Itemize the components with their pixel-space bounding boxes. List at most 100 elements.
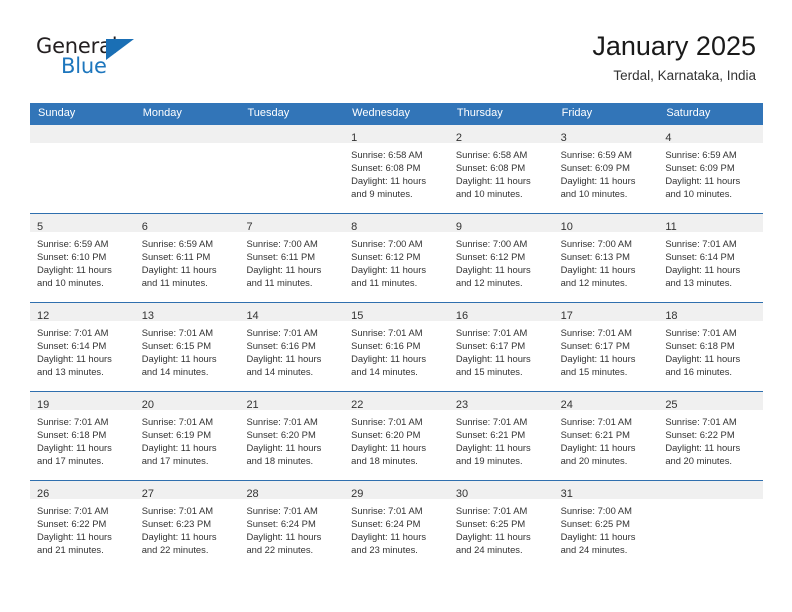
day-detail-line: Sunset: 6:18 PM bbox=[665, 340, 735, 352]
calendar-day-cell[interactable]: 21 Sunrise: 7:01 AM Sunset: 6:20 PM Dayligh… bbox=[239, 392, 345, 480]
page-header: General Blue January 2025 Terdal, Karnat… bbox=[0, 0, 792, 103]
day-number: 8 bbox=[351, 221, 358, 233]
calendar-day-cell[interactable]: 5 Sunrise: 6:59 AM Sunset: 6:10 PM Daylight… bbox=[30, 214, 135, 302]
calendar-day-cell[interactable]: 7 Sunrise: 7:00 AM Sunset: 6:11 PM Daylight… bbox=[239, 214, 345, 302]
day-detail-line: Daylight: 11 hours bbox=[665, 353, 741, 365]
day-detail-line: Sunset: 6:18 PM bbox=[37, 429, 107, 441]
day-details: Sunrise: 7:01 AM Sunset: 6:24 PM Daylight:… bbox=[344, 499, 449, 556]
page-subtitle: Terdal, Karnataka, India bbox=[613, 67, 756, 83]
day-detail-line: Sunrise: 7:01 AM bbox=[246, 416, 318, 427]
day-detail-line: and 24 minutes. bbox=[455, 544, 523, 556]
calendar-day-cell[interactable]: 15 Sunrise: 7:01 AM Sunset: 6:16 PM Dayligh… bbox=[344, 303, 449, 391]
day-detail-line: Sunrise: 7:00 AM bbox=[351, 238, 423, 249]
calendar-day-cell[interactable]: 4 Sunrise: 6:59 AM Sunset: 6:09 PM Daylight… bbox=[658, 125, 764, 213]
weekday-header-monday: Monday bbox=[142, 107, 182, 119]
general-blue-logo[interactable]: General Blue bbox=[36, 36, 166, 84]
day-number: 1 bbox=[351, 132, 358, 144]
calendar-day-cell[interactable]: 22 Sunrise: 7:01 AM Sunset: 6:20 PM Dayligh… bbox=[344, 392, 449, 480]
weekday-header-row: Sunday Monday Tuesday Wednesday Thursday Frid… bbox=[30, 103, 763, 125]
day-number-band: 19 bbox=[30, 392, 135, 411]
calendar-day-cell[interactable]: 16 Sunrise: 7:01 AM Sunset: 6:17 PM Dayligh… bbox=[448, 303, 554, 391]
calendar-day-cell[interactable]: 8 Sunrise: 7:00 AM Sunset: 6:12 PM Daylight… bbox=[344, 214, 449, 302]
day-number-band: 28 bbox=[239, 481, 345, 500]
calendar-day-cell[interactable]: 12 Sunrise: 7:01 AM Sunset: 6:14 PM Dayligh… bbox=[30, 303, 135, 391]
calendar-week-row: 26 Sunrise: 7:01 AM Sunset: 6:22 PM Dayligh… bbox=[30, 480, 764, 569]
day-number-band: 25 bbox=[658, 392, 764, 411]
day-detail-line: Daylight: 11 hours bbox=[665, 442, 741, 454]
day-detail-line: Sunrise: 7:01 AM bbox=[455, 416, 528, 427]
calendar-day-cell[interactable]: 30 Sunrise: 7:01 AM Sunset: 6:25 PM Dayligh… bbox=[448, 481, 554, 569]
day-number-band: 2 bbox=[448, 125, 554, 144]
day-detail-line: and 16 minutes. bbox=[665, 366, 733, 378]
calendar-day-cell[interactable]: 17 Sunrise: 7:01 AM Sunset: 6:17 PM Dayligh… bbox=[553, 303, 659, 391]
day-number: 26 bbox=[37, 488, 50, 500]
day-detail-line: and 12 minutes. bbox=[560, 277, 628, 289]
calendar-week-row: 12 Sunrise: 7:01 AM Sunset: 6:14 PM Dayligh… bbox=[30, 302, 764, 391]
calendar-day-cell[interactable]: 24 Sunrise: 7:01 AM Sunset: 6:21 PM Dayligh… bbox=[553, 392, 659, 480]
day-number: 20 bbox=[141, 399, 154, 411]
calendar-day-cell[interactable]: 14 Sunrise: 7:01 AM Sunset: 6:16 PM Dayligh… bbox=[239, 303, 345, 391]
day-detail-line: Sunrise: 6:59 AM bbox=[665, 149, 737, 160]
day-number: 28 bbox=[246, 488, 259, 500]
day-detail-line: Sunrise: 7:00 AM bbox=[455, 238, 528, 249]
day-detail-line: Daylight: 11 hours bbox=[665, 175, 741, 187]
calendar-day-cell[interactable]: 6 Sunrise: 6:59 AM Sunset: 6:11 PM Daylight… bbox=[134, 214, 240, 302]
day-detail-line: and 11 minutes. bbox=[351, 277, 418, 289]
day-number: 27 bbox=[141, 488, 154, 500]
calendar-day-cell[interactable]: 31 Sunrise: 7:00 AM Sunset: 6:25 PM Dayligh… bbox=[553, 481, 659, 569]
calendar-day-cell[interactable]: 11 Sunrise: 7:01 AM Sunset: 6:14 PM Dayligh… bbox=[658, 214, 764, 302]
weekday-header-sunday: Sunday bbox=[38, 107, 76, 119]
day-detail-line: Daylight: 11 hours bbox=[246, 442, 322, 454]
day-number: 19 bbox=[37, 399, 50, 411]
day-details: Sunrise: 7:01 AM Sunset: 6:21 PM Daylight:… bbox=[554, 410, 659, 467]
calendar-day-cell[interactable]: 2 Sunrise: 6:58 AM Sunset: 6:08 PM Daylight… bbox=[448, 125, 554, 213]
day-detail-line: Sunrise: 7:01 AM bbox=[665, 416, 737, 427]
day-detail-line: Sunrise: 7:01 AM bbox=[246, 327, 318, 338]
day-number-band: 9 bbox=[448, 214, 554, 233]
day-number-band: 16 bbox=[448, 303, 554, 322]
day-details: Sunrise: 6:58 AM Sunset: 6:08 PM Daylight:… bbox=[344, 143, 449, 200]
day-detail-line: Sunset: 6:09 PM bbox=[665, 162, 735, 174]
day-detail-line: Sunset: 6:08 PM bbox=[455, 162, 526, 174]
weekday-header-wednesday: Wednesday bbox=[352, 107, 411, 119]
day-detail-line: Daylight: 11 hours bbox=[37, 353, 112, 365]
calendar-day-cell[interactable]: 19 Sunrise: 7:01 AM Sunset: 6:18 PM Dayligh… bbox=[30, 392, 135, 480]
calendar-day-cell[interactable]: 10 Sunrise: 7:00 AM Sunset: 6:13 PM Dayligh… bbox=[553, 214, 659, 302]
day-detail-line: and 10 minutes. bbox=[665, 188, 733, 200]
day-details: Sunrise: 7:01 AM Sunset: 6:25 PM Daylight:… bbox=[449, 499, 554, 556]
day-number: 3 bbox=[560, 132, 567, 144]
day-detail-line: Sunset: 6:12 PM bbox=[455, 251, 526, 263]
calendar-day-cell[interactable]: 13 Sunrise: 7:01 AM Sunset: 6:15 PM Dayligh… bbox=[134, 303, 240, 391]
day-detail-line: Daylight: 11 hours bbox=[141, 531, 217, 543]
day-detail-line: Daylight: 11 hours bbox=[351, 175, 427, 187]
day-detail-line: and 10 minutes. bbox=[37, 277, 104, 289]
calendar-day-cell[interactable]: 26 Sunrise: 7:01 AM Sunset: 6:22 PM Dayligh… bbox=[30, 481, 135, 569]
calendar-day-cell[interactable]: 20 Sunrise: 7:01 AM Sunset: 6:19 PM Dayligh… bbox=[134, 392, 240, 480]
day-number-band: 21 bbox=[239, 392, 345, 411]
calendar-day-cell[interactable]: 27 Sunrise: 7:01 AM Sunset: 6:23 PM Dayligh… bbox=[134, 481, 240, 569]
calendar-cell-empty bbox=[658, 481, 764, 569]
day-detail-line: Sunset: 6:20 PM bbox=[351, 429, 421, 441]
calendar-week-row: 19 Sunrise: 7:01 AM Sunset: 6:18 PM Dayligh… bbox=[30, 391, 764, 480]
calendar-page: General Blue January 2025 Terdal, Karnat… bbox=[0, 0, 792, 612]
day-detail-line: and 11 minutes. bbox=[141, 277, 208, 289]
day-detail-line: Daylight: 11 hours bbox=[141, 264, 217, 276]
day-number: 7 bbox=[246, 221, 253, 233]
day-detail-line: Sunset: 6:19 PM bbox=[141, 429, 212, 441]
calendar-day-cell[interactable]: 23 Sunrise: 7:01 AM Sunset: 6:21 PM Dayligh… bbox=[448, 392, 554, 480]
calendar-day-cell[interactable]: 25 Sunrise: 7:01 AM Sunset: 6:22 PM Dayligh… bbox=[658, 392, 764, 480]
day-detail-line: Daylight: 11 hours bbox=[351, 353, 427, 365]
day-number: 31 bbox=[560, 488, 573, 500]
day-detail-line: and 9 minutes. bbox=[351, 188, 413, 200]
calendar-day-cell[interactable]: 18 Sunrise: 7:01 AM Sunset: 6:18 PM Dayligh… bbox=[658, 303, 764, 391]
day-detail-line: Sunset: 6:22 PM bbox=[665, 429, 735, 441]
calendar-day-cell[interactable]: 9 Sunrise: 7:00 AM Sunset: 6:12 PM Daylight… bbox=[448, 214, 554, 302]
day-detail-line: Daylight: 11 hours bbox=[560, 175, 636, 187]
calendar-day-cell[interactable]: 3 Sunrise: 6:59 AM Sunset: 6:09 PM Daylight… bbox=[553, 125, 659, 213]
calendar-day-cell[interactable]: 28 Sunrise: 7:01 AM Sunset: 6:24 PM Dayligh… bbox=[239, 481, 345, 569]
day-number-band: 31 bbox=[553, 481, 659, 500]
calendar-day-cell[interactable]: 29 Sunrise: 7:01 AM Sunset: 6:24 PM Dayligh… bbox=[344, 481, 449, 569]
day-number: 10 bbox=[560, 221, 573, 233]
day-details: Sunrise: 7:01 AM Sunset: 6:16 PM Daylight:… bbox=[344, 321, 449, 378]
calendar-day-cell[interactable]: 1 Sunrise: 6:58 AM Sunset: 6:08 PM Daylight… bbox=[344, 125, 449, 213]
